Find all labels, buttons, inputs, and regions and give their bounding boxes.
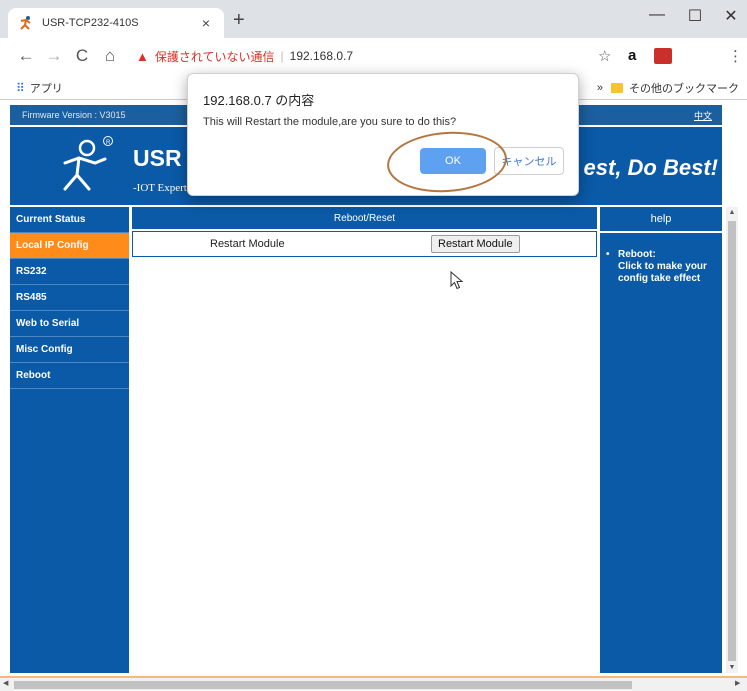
- apps-bookmark[interactable]: ⠿ アプリ: [16, 80, 63, 96]
- vertical-scrollbar[interactable]: ▲ ▼: [726, 207, 738, 673]
- chinese-language-link[interactable]: 中文: [694, 109, 712, 122]
- usr-favicon-icon: [20, 16, 31, 30]
- usr-logo-icon: R: [63, 136, 113, 191]
- horizontal-scrollbar[interactable]: ◀ ▶: [0, 676, 747, 691]
- browser-toolbar: ← → C ⌂ ▲ 保護されていない通信 | 192.168.0.7 ☆ a ⋮: [0, 38, 747, 74]
- section-title: Reboot/Reset: [132, 207, 597, 229]
- tab-title: USR-TCP232-410S: [42, 17, 139, 29]
- main-panel: Reboot/Reset Restart Module Restart Modu…: [132, 207, 597, 673]
- cancel-button[interactable]: キャンセル: [494, 147, 564, 175]
- security-warning-label: 保護されていない通信: [154, 49, 275, 64]
- sidebar-nav: Current Status Local IP Config RS232 RS4…: [10, 207, 129, 673]
- help-heading: Reboot:: [618, 249, 656, 260]
- warning-triangle-icon: ▲: [136, 48, 149, 64]
- sidebar-item-rs232[interactable]: RS232: [10, 259, 129, 285]
- dialog-message: This will Restart the module,are you sur…: [203, 116, 457, 128]
- brand-name: USR: [133, 145, 182, 171]
- restart-row-label: Restart Module: [210, 238, 285, 250]
- scroll-up-icon[interactable]: ▲: [726, 209, 738, 216]
- home-icon[interactable]: ⌂: [100, 47, 120, 65]
- help-content: • Reboot: Click to make your config take…: [600, 233, 722, 285]
- vertical-scroll-thumb[interactable]: [728, 221, 736, 661]
- confirm-dialog: 192.168.0.7 の内容 This will Restart the mo…: [187, 73, 579, 197]
- browser-tab-strip: USR-TCP232-410S × + — ☐ ✕: [0, 0, 747, 38]
- apps-grid-icon: ⠿: [16, 81, 25, 95]
- forward-icon[interactable]: →: [44, 47, 64, 65]
- sidebar-item-current-status[interactable]: Current Status: [10, 207, 129, 233]
- help-title: help: [600, 207, 722, 233]
- scroll-down-icon[interactable]: ▼: [726, 664, 738, 671]
- other-bookmarks[interactable]: » その他のブックマーク: [597, 80, 739, 96]
- svg-text:R: R: [106, 140, 111, 146]
- minimize-icon[interactable]: —: [642, 6, 672, 24]
- sidebar-item-reboot[interactable]: Reboot: [10, 363, 129, 389]
- amazon-extension-icon[interactable]: a: [628, 47, 636, 64]
- scroll-left-icon[interactable]: ◀: [3, 679, 8, 687]
- apps-label: アプリ: [29, 83, 63, 95]
- mouse-pointer-icon: [450, 271, 464, 290]
- sidebar-item-rs485[interactable]: RS485: [10, 285, 129, 311]
- dialog-title: 192.168.0.7 の内容: [203, 93, 315, 108]
- restart-row: Restart Module Restart Module: [132, 231, 597, 257]
- back-icon[interactable]: ←: [16, 47, 36, 65]
- maximize-icon[interactable]: ☐: [680, 6, 710, 26]
- help-description: Click to make your config take effect: [618, 261, 707, 284]
- sidebar-item-misc-config[interactable]: Misc Config: [10, 337, 129, 363]
- close-tab-icon[interactable]: ×: [198, 15, 214, 31]
- new-tab-button[interactable]: +: [233, 10, 245, 30]
- reload-icon[interactable]: C: [72, 47, 92, 65]
- help-panel: help • Reboot: Click to make your config…: [600, 207, 722, 673]
- scroll-right-icon[interactable]: ▶: [735, 679, 740, 687]
- sidebar-item-web-to-serial[interactable]: Web to Serial: [10, 311, 129, 337]
- brand-tagline: -IOT Experts-: [133, 182, 195, 194]
- horizontal-scroll-thumb[interactable]: [14, 681, 632, 689]
- ok-button[interactable]: OK: [420, 148, 486, 174]
- other-bookmarks-label: その他のブックマーク: [629, 83, 739, 95]
- window-close-icon[interactable]: ✕: [716, 6, 746, 26]
- sidebar-item-local-ip-config[interactable]: Local IP Config: [10, 233, 129, 259]
- restart-module-button[interactable]: Restart Module: [431, 235, 520, 253]
- extension-icon[interactable]: [654, 48, 672, 64]
- browser-tab[interactable]: USR-TCP232-410S ×: [8, 8, 224, 38]
- chrome-menu-icon[interactable]: ⋮: [728, 47, 743, 65]
- url-text: 192.168.0.7: [289, 49, 354, 63]
- url-separator: |: [280, 49, 284, 63]
- folder-icon: [611, 83, 623, 93]
- help-bullet: •: [606, 249, 610, 260]
- bookmarks-overflow-chevron-icon[interactable]: »: [597, 82, 603, 94]
- address-bar[interactable]: ▲ 保護されていない通信 | 192.168.0.7: [128, 43, 588, 69]
- slogan: est, Do Best!: [583, 155, 718, 180]
- firmware-version: Firmware Version : V3015: [22, 110, 126, 120]
- bookmark-star-icon[interactable]: ☆: [598, 47, 611, 65]
